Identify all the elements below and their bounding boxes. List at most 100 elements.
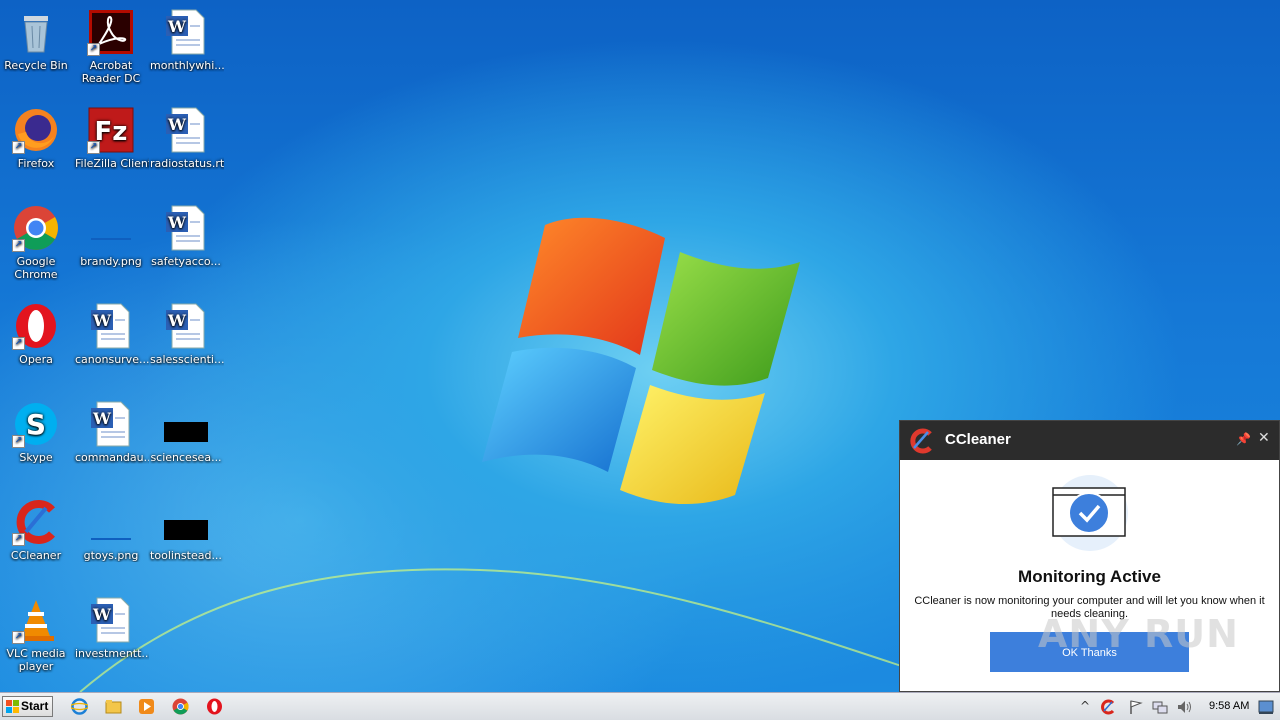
desktop-icon-investmentt[interactable]: W investmentt... [73, 590, 149, 660]
word-doc-icon: W [162, 204, 210, 252]
desktop-icon-salesscienti[interactable]: W salesscienti... [148, 296, 224, 366]
svg-text:W: W [92, 311, 112, 330]
shortcut-arrow-icon: ↗ [12, 337, 25, 350]
icon-label: Google Chrome [14, 255, 58, 281]
desktop-icon-skype[interactable]: S ↗ Skype [0, 394, 74, 464]
windows-flag-icon [6, 700, 19, 713]
taskbar: Start ^ 9:58 AM [0, 692, 1280, 720]
desktop-icon-firefox[interactable]: ↗ Firefox [0, 100, 74, 170]
black-file-icon [162, 400, 210, 448]
desktop-icon-ccleaner[interactable]: ↗ CCleaner [0, 492, 74, 562]
popup-header: CCleaner 📌 ✕ [900, 421, 1279, 460]
svg-text:W: W [167, 115, 187, 134]
desktop-icon-acrobat[interactable]: ↗ Acrobat Reader DC [73, 2, 149, 85]
word-doc-icon: W [162, 8, 210, 56]
icon-label: VLC media player [6, 647, 66, 673]
image-file-icon [87, 204, 135, 252]
shortcut-arrow-icon: ↗ [87, 43, 100, 56]
shortcut-arrow-icon: ↗ [12, 631, 25, 644]
ccleaner-tray-icon[interactable] [1100, 699, 1116, 715]
shortcut-arrow-icon: ↗ [12, 533, 25, 546]
desktop-icon-sciencesea[interactable]: sciencesea... [148, 394, 224, 464]
vlc-icon: ↗ [12, 596, 60, 644]
desktop-icon-opera[interactable]: ↗ Opera [0, 296, 74, 366]
opera-icon[interactable] [206, 698, 223, 715]
desktop-icon-brandy[interactable]: brandy.png [73, 198, 149, 268]
popup-title: CCleaner [945, 431, 1011, 448]
monitoring-check-icon [1052, 475, 1128, 551]
desktop-icon-monthlywhi[interactable]: W monthlywhi... [148, 2, 224, 72]
filezilla-icon: Fz ↗ [87, 106, 135, 154]
svg-text:W: W [167, 17, 187, 36]
word-doc-icon: W [87, 596, 135, 644]
icon-label: investmentt... [75, 647, 149, 660]
word-doc-icon: W [87, 302, 135, 350]
ccleaner-logo-icon [908, 428, 934, 454]
desktop-icon-chrome[interactable]: ↗ Google Chrome [0, 198, 74, 281]
popup-heading: Monitoring Active [1018, 567, 1161, 586]
icon-label: radiostatus.rtf [150, 157, 224, 170]
icon-label: FileZilla Client [75, 157, 149, 170]
icon-label: gtoys.png [83, 549, 139, 562]
icon-label: canonsurve... [75, 353, 149, 366]
desktop-icon-gtoys[interactable]: gtoys.png [73, 492, 149, 562]
shortcut-arrow-icon: ↗ [12, 239, 25, 252]
svg-text:W: W [92, 409, 112, 428]
desktop-icon-vlc[interactable]: ↗ VLC media player [0, 590, 74, 673]
recycle-bin-icon [12, 8, 60, 56]
desktop-icon-recycle-bin[interactable]: Recycle Bin [0, 2, 74, 72]
word-doc-icon: W [87, 400, 135, 448]
show-desktop-icon[interactable] [1258, 699, 1274, 715]
icon-label: Skype [19, 451, 53, 464]
icon-label: CCleaner [10, 549, 62, 562]
desktop-icon-filezilla[interactable]: Fz ↗ FileZilla Client [73, 100, 149, 170]
icon-label: sciencesea... [150, 451, 222, 464]
desktop-icon-commandau[interactable]: W commandau... [73, 394, 149, 464]
start-label: Start [21, 699, 49, 713]
anyrun-watermark: ANY RUN [1038, 612, 1239, 656]
shortcut-arrow-icon: ↗ [12, 141, 25, 154]
start-button[interactable]: Start [2, 696, 53, 717]
explorer-folder-icon[interactable] [105, 698, 122, 715]
chrome-icon: ↗ [12, 204, 60, 252]
internet-explorer-icon[interactable] [71, 698, 88, 715]
desktop-icon-safetyacco[interactable]: W safetyacco... [148, 198, 224, 268]
svg-text:W: W [92, 605, 112, 624]
desktop-icon-toolinstead[interactable]: toolinstead... [148, 492, 224, 562]
firefox-icon: ↗ [12, 106, 60, 154]
skype-icon: S ↗ [12, 400, 60, 448]
svg-text:S: S [26, 408, 46, 441]
svg-text:W: W [167, 213, 187, 232]
icon-label: salesscienti... [150, 353, 224, 366]
action-center-flag-icon[interactable] [1128, 699, 1144, 715]
word-doc-icon: W [162, 302, 210, 350]
ccleaner-icon: ↗ [12, 498, 60, 546]
close-icon[interactable]: ✕ [1258, 430, 1270, 446]
black-file-icon [162, 498, 210, 546]
acrobat-icon: ↗ [87, 8, 135, 56]
icon-label: Opera [19, 353, 53, 366]
icon-label: commandau... [75, 451, 149, 464]
volume-icon[interactable] [1176, 699, 1192, 715]
desktop-icon-radiostatus[interactable]: W radiostatus.rtf [148, 100, 224, 170]
chrome-icon[interactable] [172, 698, 189, 715]
clock[interactable]: 9:58 AM [1209, 700, 1249, 712]
pin-icon[interactable]: 📌 [1236, 432, 1251, 446]
svg-text:W: W [167, 311, 187, 330]
shortcut-arrow-icon: ↗ [87, 141, 100, 154]
desktop-icon-canonsurve[interactable]: W canonsurve... [73, 296, 149, 366]
icon-label: brandy.png [80, 255, 142, 268]
icon-label: Firefox [17, 157, 55, 170]
image-file-icon [87, 498, 135, 546]
media-player-icon[interactable] [138, 698, 155, 715]
network-icon[interactable] [1152, 699, 1168, 715]
shortcut-arrow-icon: ↗ [12, 435, 25, 448]
icon-label: monthlywhi... [150, 59, 224, 72]
icon-label: Recycle Bin [4, 59, 68, 72]
icon-label: safetyacco... [151, 255, 221, 268]
icon-label: toolinstead... [150, 549, 222, 562]
word-doc-icon: W [162, 106, 210, 154]
icon-label: Acrobat Reader DC [81, 59, 141, 85]
show-hidden-icons-chevron[interactable]: ^ [1080, 699, 1090, 713]
opera-icon: ↗ [12, 302, 60, 350]
